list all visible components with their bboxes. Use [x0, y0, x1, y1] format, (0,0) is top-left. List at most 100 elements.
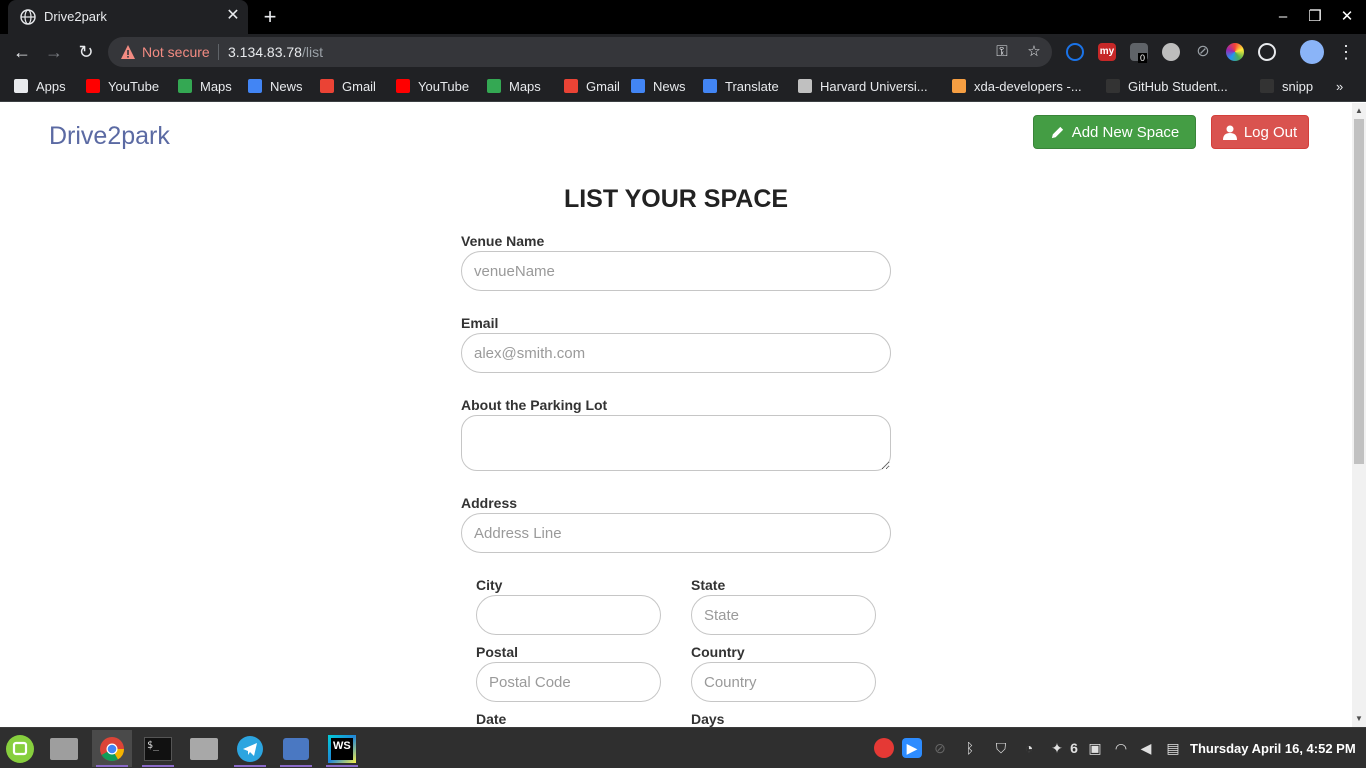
- email-label: Email: [461, 315, 499, 331]
- key-icon[interactable]: ⚿: [992, 42, 1012, 62]
- city-input[interactable]: [476, 595, 661, 635]
- telegram-icon[interactable]: [230, 730, 270, 767]
- bookmark-news[interactable]: News: [248, 77, 303, 95]
- file-manager-icon[interactable]: [44, 730, 84, 767]
- screenshot-icon[interactable]: [276, 730, 316, 767]
- google-news-icon: [248, 79, 262, 93]
- files-icon[interactable]: [184, 730, 224, 767]
- security-status[interactable]: Not secure: [142, 44, 210, 60]
- bookmark-label: YouTube: [108, 78, 160, 94]
- notification-app-icon[interactable]: [874, 738, 894, 758]
- bookmark-youtube[interactable]: YouTube: [396, 77, 469, 95]
- log-out-label: Log Out: [1243, 123, 1298, 141]
- chrome-logo-icon: [100, 736, 124, 761]
- github-icon: [1260, 79, 1274, 93]
- bookmarks-overflow-icon[interactable]: »: [1336, 77, 1343, 95]
- bluetooth-icon[interactable]: ᛒ: [960, 738, 980, 758]
- address-bar[interactable]: Not secure 3.134.83.78/list ⚿ ☆: [108, 37, 1052, 67]
- venue-name-input[interactable]: [461, 251, 891, 291]
- terminal-icon[interactable]: $_: [138, 730, 178, 767]
- bookmark-apps[interactable]: Apps: [14, 77, 66, 95]
- shield-icon[interactable]: ⛉: [991, 738, 1011, 758]
- volume-icon[interactable]: ◀: [1136, 738, 1156, 758]
- add-new-space-button[interactable]: Add New Space: [1033, 115, 1196, 149]
- bookmark-xda-developers[interactable]: xda-developers -...: [952, 77, 1082, 95]
- bookmark-label: xda-developers -...: [974, 78, 1082, 94]
- browser-toolbar: ← → ↻ Not secure 3.134.83.78/list ⚿ ☆ my…: [0, 34, 1366, 70]
- clipboard-icon[interactable]: ▤: [1163, 738, 1183, 758]
- country-label: Country: [691, 644, 745, 660]
- bookmark-snipp[interactable]: snipp: [1260, 77, 1313, 95]
- active-indicator: [96, 765, 128, 767]
- date-label: Date: [476, 711, 507, 727]
- days-label: Days: [691, 711, 725, 727]
- bookmark-star-icon[interactable]: ☆: [1024, 42, 1044, 62]
- country-input[interactable]: [691, 662, 876, 702]
- window-icon: [50, 737, 78, 760]
- xda-icon: [952, 79, 966, 93]
- telegram-logo-icon: [237, 735, 263, 762]
- bookmark-label: News: [270, 78, 303, 94]
- extension-circle-icon[interactable]: [1066, 43, 1084, 61]
- linux-mint-menu-icon[interactable]: [0, 730, 40, 767]
- bookmark-github-student[interactable]: GitHub Student...: [1106, 77, 1228, 95]
- mint-logo-icon: [6, 734, 34, 763]
- email-input[interactable]: [461, 333, 891, 373]
- about-textarea[interactable]: [461, 415, 891, 471]
- wifi-icon[interactable]: ◠: [1111, 738, 1131, 758]
- minimize-icon[interactable]: –: [1272, 6, 1294, 28]
- venue-name-label: Venue Name: [461, 233, 545, 249]
- window-close-icon[interactable]: ✕: [1336, 6, 1358, 28]
- bookmark-label: Apps: [36, 78, 66, 94]
- bookmark-maps[interactable]: Maps: [178, 77, 232, 95]
- tab-close-icon[interactable]: ✕: [224, 7, 242, 25]
- url-text[interactable]: 3.134.83.78/list: [228, 44, 323, 60]
- forward-button[interactable]: →: [42, 40, 66, 64]
- log-out-button[interactable]: Log Out: [1211, 115, 1309, 149]
- about-label: About the Parking Lot: [461, 397, 608, 413]
- bookmark-translate[interactable]: Translate: [703, 77, 779, 95]
- add-new-space-label: Add New Space: [1071, 123, 1180, 141]
- github-icon: [1106, 79, 1120, 93]
- bookmark-youtube[interactable]: YouTube: [86, 77, 159, 95]
- bookmark-news[interactable]: News: [631, 77, 686, 95]
- scroll-down-icon[interactable]: ▼: [1355, 715, 1363, 723]
- state-input[interactable]: [691, 595, 876, 635]
- web-page: Drive2park Add New Space Log Out LIST YO…: [0, 103, 1352, 727]
- tab-title: Drive2park: [44, 9, 107, 24]
- profile-avatar[interactable]: [1300, 40, 1324, 64]
- extension-record-icon[interactable]: [1162, 43, 1180, 61]
- globe-icon: [20, 9, 36, 25]
- chrome-icon[interactable]: [92, 730, 132, 767]
- bookmark-gmail[interactable]: Gmail: [564, 77, 620, 95]
- terminal-glyph-icon: $_: [144, 736, 172, 761]
- extension-badge-icon[interactable]: 0: [1130, 43, 1148, 63]
- page-scrollbar[interactable]: ▲ ▼: [1352, 103, 1366, 727]
- postal-input[interactable]: [476, 662, 661, 702]
- zoom-icon[interactable]: ▶: [902, 738, 922, 758]
- address-input[interactable]: [461, 513, 891, 553]
- webstorm-icon[interactable]: WS: [322, 730, 362, 767]
- scroll-up-icon[interactable]: ▲: [1355, 107, 1363, 115]
- site-brand[interactable]: Drive2park: [49, 122, 170, 151]
- disabled-icon[interactable]: ⊘: [930, 738, 950, 758]
- bookmark-maps[interactable]: Maps: [487, 77, 541, 95]
- chrome-menu-icon[interactable]: ⋮: [1334, 40, 1358, 64]
- extension-off-icon[interactable]: ⊘: [1194, 43, 1212, 61]
- update-icon[interactable]: ◔: [1019, 738, 1039, 758]
- new-tab-button[interactable]: +: [258, 5, 282, 29]
- network-manager-icon[interactable]: ▣: [1085, 738, 1105, 758]
- scrollbar-thumb[interactable]: [1354, 119, 1364, 464]
- extension-target-icon[interactable]: [1258, 43, 1276, 61]
- bookmark-label: Maps: [200, 78, 232, 94]
- maximize-icon[interactable]: ❐: [1304, 6, 1326, 28]
- bookmark-label: Gmail: [586, 78, 620, 94]
- bookmark-gmail[interactable]: Gmail: [320, 77, 376, 95]
- browser-tab[interactable]: Drive2park ✕: [8, 0, 248, 34]
- reload-button[interactable]: ↻: [74, 40, 98, 64]
- extension-my-icon[interactable]: my: [1098, 43, 1116, 61]
- system-clock[interactable]: Thursday April 16, 4:52 PM: [1190, 741, 1356, 756]
- extension-color-icon[interactable]: [1226, 43, 1244, 61]
- back-button[interactable]: ←: [10, 40, 34, 64]
- bookmark-harvard-universi[interactable]: Harvard Universi...: [798, 77, 928, 95]
